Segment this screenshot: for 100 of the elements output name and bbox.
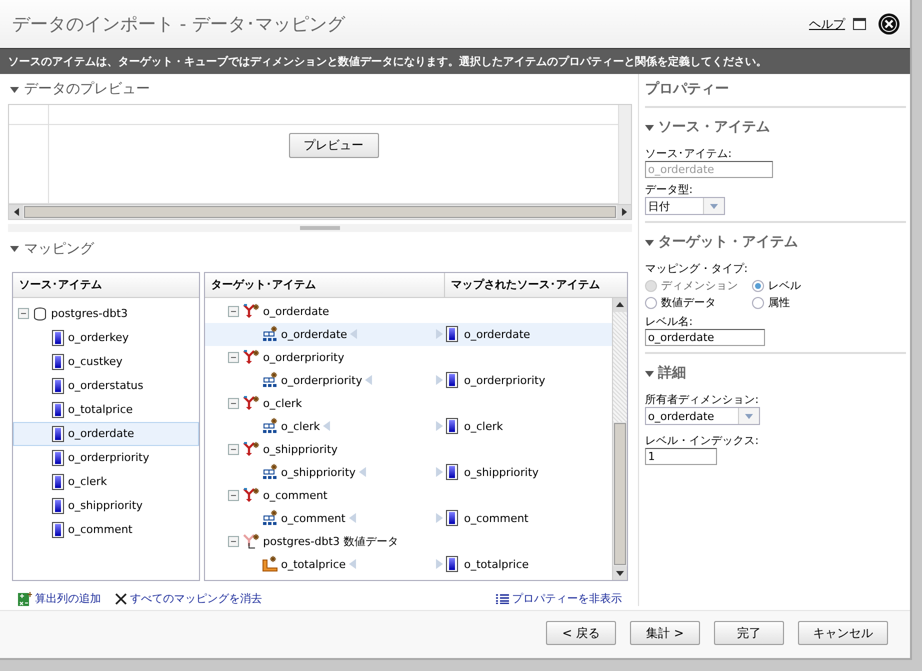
instruction-banner: ソースのアイテムは、ターゲット・キューブではディメンションと数値データになります。選択したアイテムのプロパティーと関係を定義してください。: [0, 48, 910, 74]
collapse-triangle-icon[interactable]: [645, 368, 654, 378]
dropdown-arrow-icon: [710, 204, 718, 208]
close-icon[interactable]: [878, 13, 900, 35]
section-heading: データのプレビュー: [24, 80, 150, 98]
splitter-handle[interactable]: [8, 224, 632, 232]
collapse-icon[interactable]: [18, 308, 29, 320]
section-heading: 詳細: [658, 364, 686, 382]
tree-item[interactable]: o_orderkey: [13, 326, 199, 350]
collapse-icon[interactable]: [228, 490, 239, 501]
tree-item[interactable]: o_custkey: [13, 350, 199, 374]
dialog-button[interactable]: 集計 >: [630, 621, 700, 645]
help-link[interactable]: ヘルプ: [809, 16, 845, 32]
tree-item[interactable]: o_orderstatus: [13, 374, 199, 398]
column-icon: [52, 378, 64, 394]
collapse-triangle-icon[interactable]: [10, 84, 19, 94]
column-icon: [446, 372, 458, 388]
left-arrow-icon: [14, 208, 18, 216]
left-arrow-icon: [365, 375, 372, 386]
tree-item[interactable]: o_orderpriority: [13, 446, 199, 470]
level-icon: [262, 372, 278, 388]
tree-item[interactable]: o_shippriority: [205, 438, 612, 461]
mapping-row[interactable]: o_orderdate o_orderdate: [205, 322, 612, 346]
field-label: データ型:: [645, 182, 694, 197]
dropdown[interactable]: o_orderdate: [645, 407, 760, 425]
collapse-icon[interactable]: [228, 306, 239, 317]
dimension-icon: [242, 395, 260, 412]
column-icon: [446, 418, 458, 434]
dialog-button[interactable]: キャンセル: [798, 621, 888, 645]
level-icon: [262, 510, 278, 526]
collapse-icon[interactable]: [228, 352, 239, 363]
tree-item[interactable]: o_shippriority: [13, 494, 199, 518]
right-arrow-icon: [436, 513, 443, 524]
radio-option[interactable]: レベル: [752, 278, 801, 293]
preview-button[interactable]: プレビュー: [288, 133, 378, 158]
vertical-scrollbar[interactable]: [612, 298, 627, 580]
tree-item[interactable]: o_clerk: [205, 392, 612, 415]
mapping-row[interactable]: o_orderpriority o_orderpriority: [205, 368, 612, 392]
column-icon: [52, 426, 64, 442]
collapse-icon[interactable]: [228, 398, 239, 409]
column-icon: [446, 326, 458, 342]
section-heading: マッピング: [24, 240, 94, 258]
hide-properties-link[interactable]: プロパティーを非表示: [496, 591, 622, 606]
right-arrow-icon: [436, 467, 443, 478]
tree-item[interactable]: o_comment: [13, 518, 199, 542]
panel-title: プロパティー: [645, 80, 906, 108]
column-icon: [52, 522, 64, 538]
column-icon: [52, 354, 64, 370]
column-icon: [446, 556, 458, 572]
tree-item[interactable]: o_comment: [205, 484, 612, 507]
tree-item[interactable]: o_orderdate: [13, 422, 199, 446]
database-icon: [33, 306, 47, 321]
collapse-triangle-icon[interactable]: [645, 122, 654, 132]
dimension-icon: [242, 349, 260, 366]
tree-item[interactable]: o_totalprice: [13, 398, 199, 422]
dialog-button[interactable]: 完了: [714, 621, 784, 645]
mapping-row[interactable]: o_totalprice o_totalprice: [205, 552, 612, 576]
collapse-icon[interactable]: [228, 444, 239, 455]
tree-item[interactable]: postgres-dbt3 数値データ: [205, 530, 612, 553]
action-link[interactable]: 算出列の追加: [18, 591, 101, 606]
right-arrow-icon: [436, 421, 443, 432]
text-field[interactable]: 1: [645, 448, 717, 465]
collapse-triangle-icon[interactable]: [645, 238, 654, 246]
dropdown[interactable]: 日付: [645, 197, 725, 215]
tree-item[interactable]: o_orderdate: [205, 300, 612, 323]
horizontal-scrollbar[interactable]: [9, 204, 631, 220]
field-label: レベル・インデックス:: [645, 433, 760, 448]
tree-item[interactable]: o_orderpriority: [205, 346, 612, 369]
text-field[interactable]: o_orderdate: [645, 329, 765, 346]
left-arrow-icon: [323, 421, 330, 432]
up-arrow-icon: [616, 302, 624, 308]
radio-button[interactable]: [645, 296, 657, 308]
down-arrow-icon: [616, 570, 624, 576]
column-icon: [52, 402, 64, 418]
radio-button[interactable]: [752, 280, 764, 292]
radio-button[interactable]: [752, 296, 764, 308]
level-icon: [262, 464, 278, 480]
radio-option[interactable]: 属性: [752, 295, 801, 310]
window-title: データのインポート - データ･マッピング: [12, 13, 346, 36]
dimension-icon: [242, 303, 260, 320]
tree-item[interactable]: o_clerk: [13, 470, 199, 494]
mapping-row[interactable]: o_clerk o_clerk: [205, 414, 612, 438]
mapping-row[interactable]: o_shippriority o_shippriority: [205, 460, 612, 484]
collapse-icon[interactable]: [228, 536, 239, 547]
action-link[interactable]: すべてのマッピングを消去: [115, 591, 262, 606]
column-icon: [446, 464, 458, 480]
list-icon: [496, 594, 509, 604]
section-heading: ターゲット・アイテム: [658, 233, 798, 251]
measure-icon: [262, 556, 278, 572]
left-arrow-icon: [350, 329, 358, 340]
dropdown-arrow-icon: [745, 414, 753, 418]
column-icon: [52, 474, 64, 490]
dialog-button[interactable]: < 戻る: [546, 621, 616, 645]
mapping-row[interactable]: o_comment o_comment: [205, 506, 612, 530]
radio-option[interactable]: 数値データ: [645, 295, 738, 310]
left-arrow-icon: [348, 559, 356, 570]
maximize-icon: [853, 18, 866, 30]
tree-item[interactable]: postgres-dbt3: [13, 302, 199, 326]
collapse-triangle-icon[interactable]: [10, 244, 19, 254]
measures-icon: [242, 533, 260, 550]
